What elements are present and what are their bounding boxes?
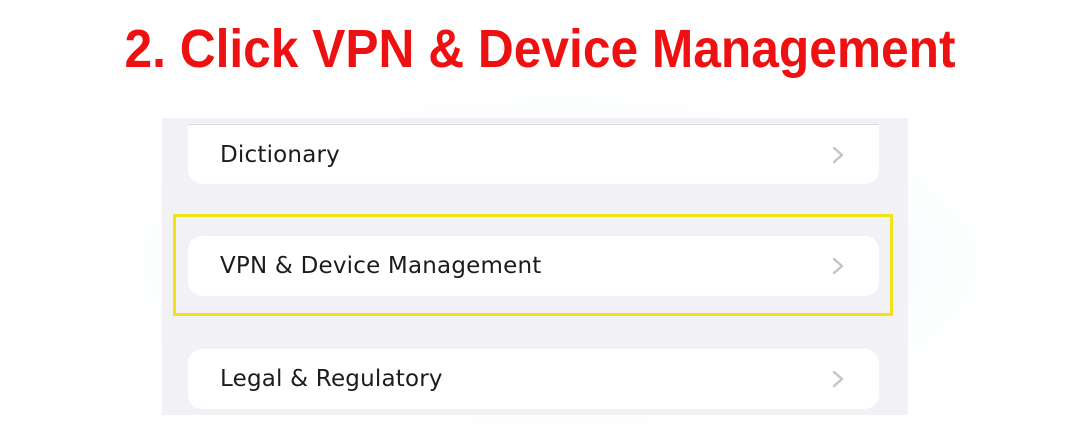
chevron-right-icon bbox=[831, 256, 845, 276]
settings-item-dictionary[interactable]: Dictionary bbox=[188, 124, 879, 184]
settings-item-vpn-device-management[interactable]: VPN & Device Management bbox=[188, 236, 879, 296]
settings-item-label: Dictionary bbox=[220, 141, 340, 168]
chevron-right-icon bbox=[831, 145, 845, 165]
instruction-title: 2. Click VPN & Device Management bbox=[124, 19, 956, 79]
settings-item-legal-regulatory[interactable]: Legal & Regulatory bbox=[188, 349, 879, 409]
settings-item-label: Legal & Regulatory bbox=[220, 366, 443, 392]
chevron-right-icon bbox=[831, 369, 845, 389]
settings-item-label: VPN & Device Management bbox=[220, 253, 542, 279]
